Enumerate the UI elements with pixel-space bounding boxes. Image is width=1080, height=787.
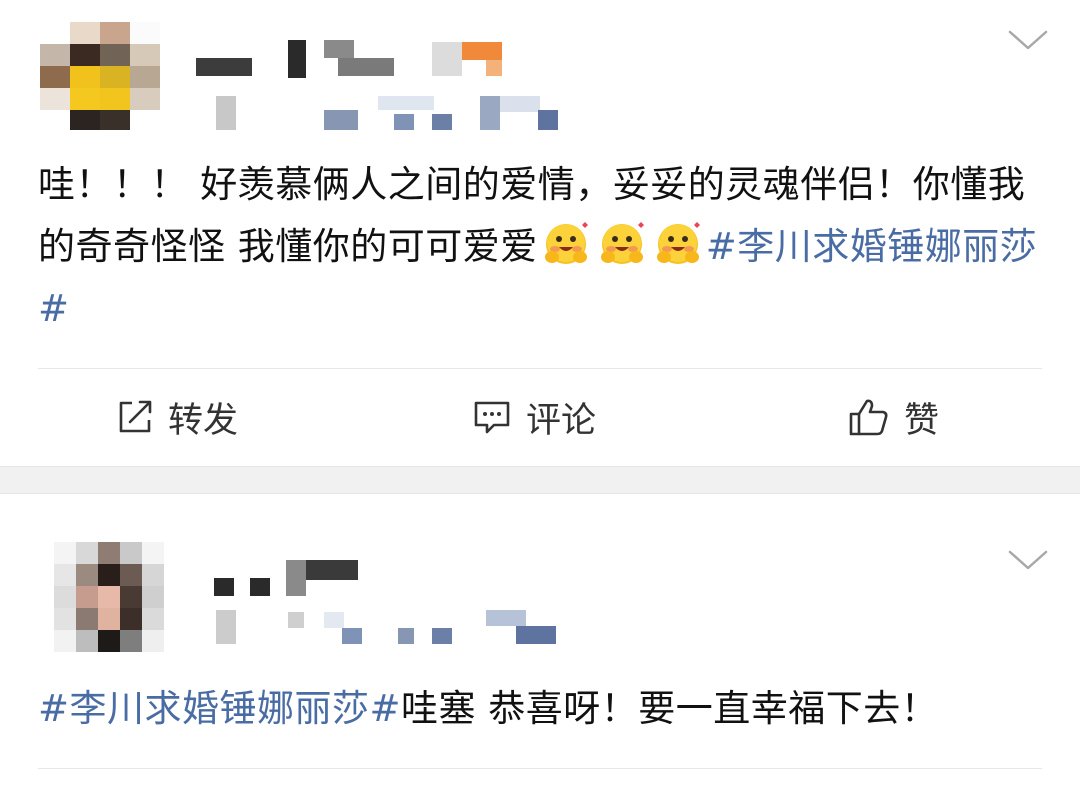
- username-redacted[interactable]: [196, 36, 506, 84]
- blushing-hugging-face-emoji: [598, 219, 646, 267]
- like-label: 赞: [904, 400, 940, 441]
- divider: [38, 768, 1042, 769]
- thumbs-up-icon: [849, 399, 888, 436]
- username-redacted[interactable]: [214, 554, 374, 602]
- avatar[interactable]: [40, 22, 160, 130]
- post-content: #李川求婚锤娜丽莎#哇塞 恭喜呀！要一直幸福下去！: [38, 678, 1038, 740]
- hashtag-link[interactable]: #李川求婚锤娜丽莎#: [38, 687, 401, 730]
- post-meta-redacted: [216, 606, 556, 646]
- comment-icon: [474, 401, 510, 434]
- avatar[interactable]: [54, 542, 164, 652]
- divider: [38, 368, 1042, 369]
- chevron-down-icon[interactable]: [1006, 548, 1050, 574]
- blushing-hugging-face-emoji: [654, 219, 702, 267]
- comment-label: 评论: [526, 400, 597, 441]
- repost-icon: [119, 400, 152, 433]
- comment-button[interactable]: 评论: [472, 395, 596, 441]
- post-card-2: #李川求婚锤娜丽莎#哇塞 恭喜呀！要一直幸福下去！: [0, 494, 1080, 787]
- blushing-hugging-face-emoji: [542, 219, 590, 267]
- repost-label: 转发: [168, 400, 239, 441]
- post-text: 哇塞 恭喜呀！要一直幸福下去！: [401, 687, 939, 730]
- feed-separator: [0, 466, 1080, 494]
- repost-button[interactable]: 转发: [116, 395, 238, 441]
- post-content: 哇！！！ 好羡慕俩人之间的爱情，妥妥的灵魂伴侣！你懂我的奇奇怪怪 我懂你的可可爱…: [38, 154, 1038, 340]
- like-button[interactable]: 赞: [848, 395, 939, 441]
- post-meta-redacted: [216, 92, 558, 132]
- post-card-1: 哇！！！ 好羡慕俩人之间的爱情，妥妥的灵魂伴侣！你懂我的奇奇怪怪 我懂你的可可爱…: [0, 0, 1080, 466]
- chevron-down-icon[interactable]: [1006, 28, 1050, 54]
